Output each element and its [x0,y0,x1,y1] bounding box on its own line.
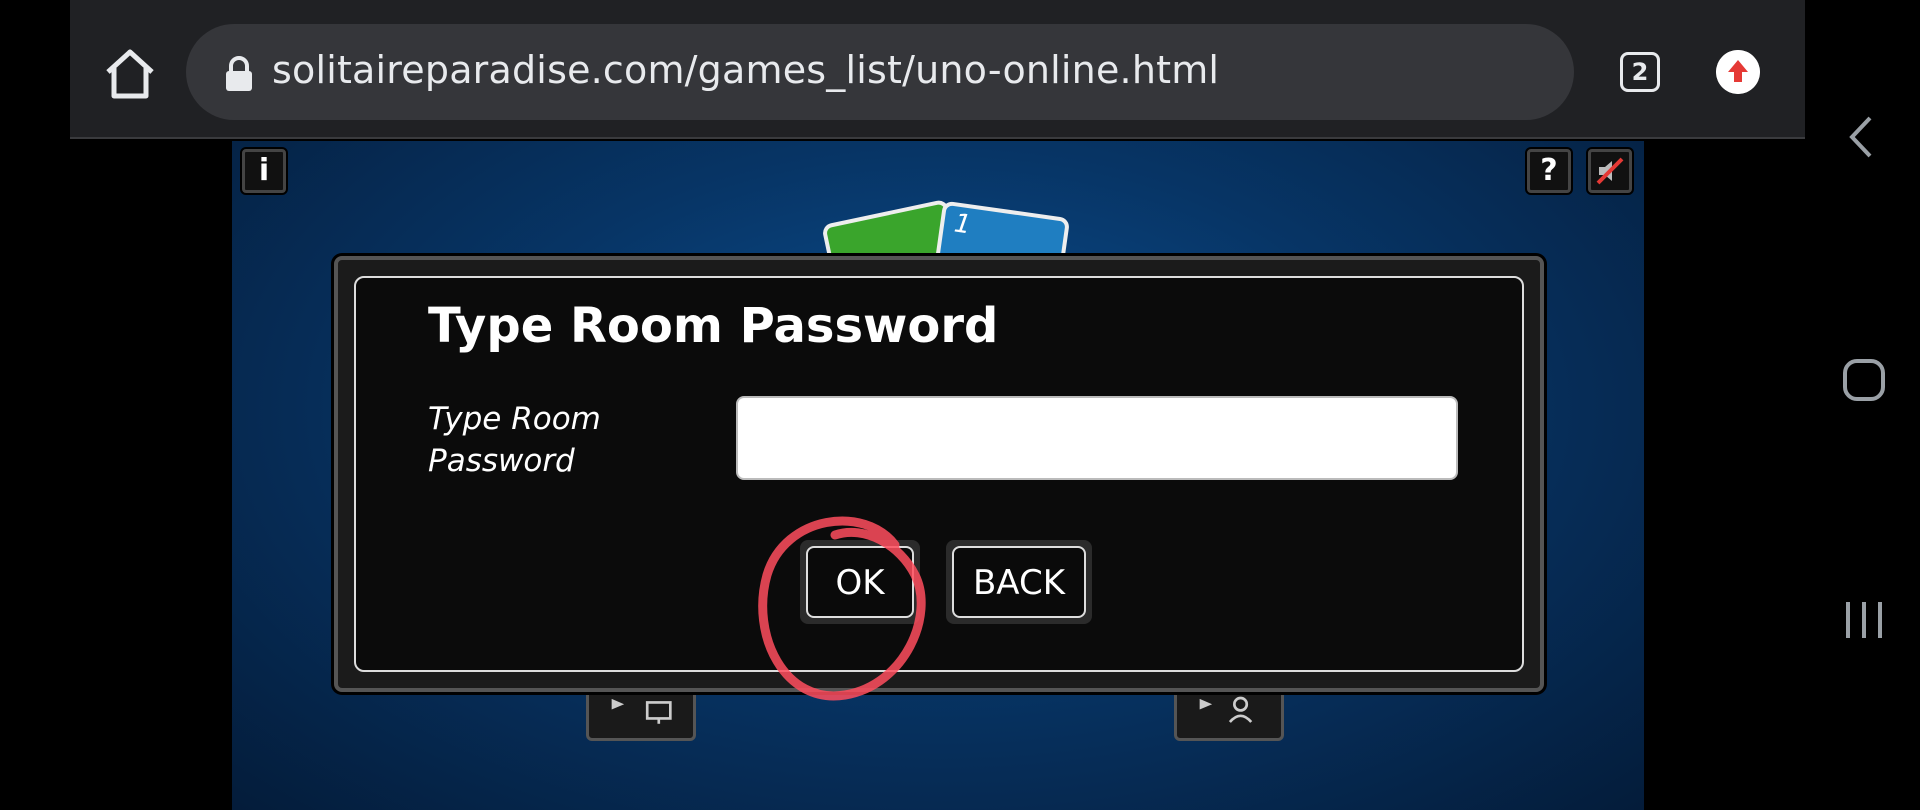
lock-icon [226,56,252,91]
play-friends-button[interactable] [1174,687,1284,741]
browser-toolbar: solitaireparadise.com/games_list/uno-onl… [70,0,1805,139]
info-button[interactable]: i [242,149,286,193]
play-computer-button[interactable] [586,687,696,741]
update-icon[interactable] [1716,50,1760,94]
dialog-title: Type Room Password [428,298,999,354]
mute-icon [1596,157,1624,185]
back-button[interactable]: BACK [952,546,1086,618]
password-input[interactable] [736,396,1458,480]
home-nav-icon[interactable] [1842,358,1886,402]
back-icon[interactable] [1842,112,1882,162]
back-button-frame: BACK [946,540,1092,624]
help-button[interactable]: ? [1527,149,1571,193]
home-icon[interactable] [100,44,160,104]
address-bar[interactable]: solitaireparadise.com/games_list/uno-onl… [186,24,1574,120]
sound-toggle-button[interactable] [1588,149,1632,193]
computer-icon [611,698,672,724]
password-label: Type Room Password [428,401,601,479]
users-icon [1199,696,1253,723]
tab-switcher-button[interactable]: 2 [1620,52,1660,92]
recent-apps-icon[interactable] [1842,596,1886,644]
card-number: 1 [952,208,973,241]
highlight-circle-annotation [758,516,926,701]
url-text[interactable]: solitaireparadise.com/games_list/uno-onl… [272,48,1219,92]
